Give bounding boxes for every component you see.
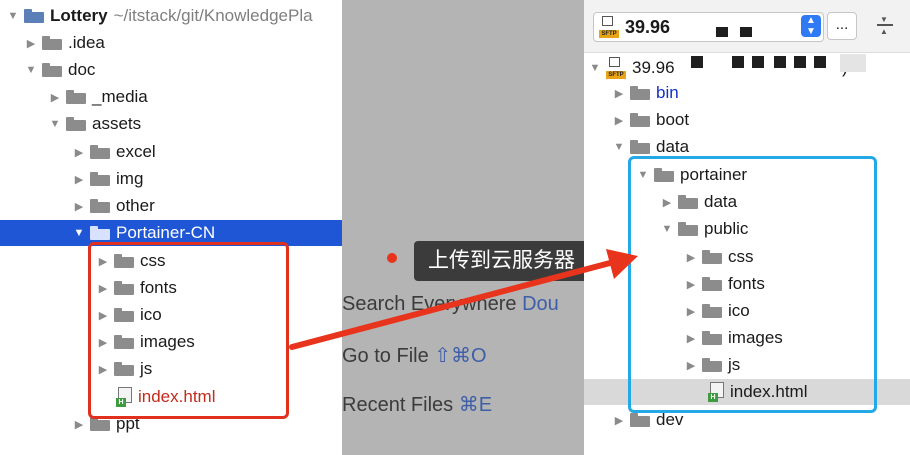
upload-arrow-head-icon [606, 249, 638, 279]
upload-arrow-line [289, 260, 613, 350]
upload-arrow-overlay [289, 249, 638, 350]
